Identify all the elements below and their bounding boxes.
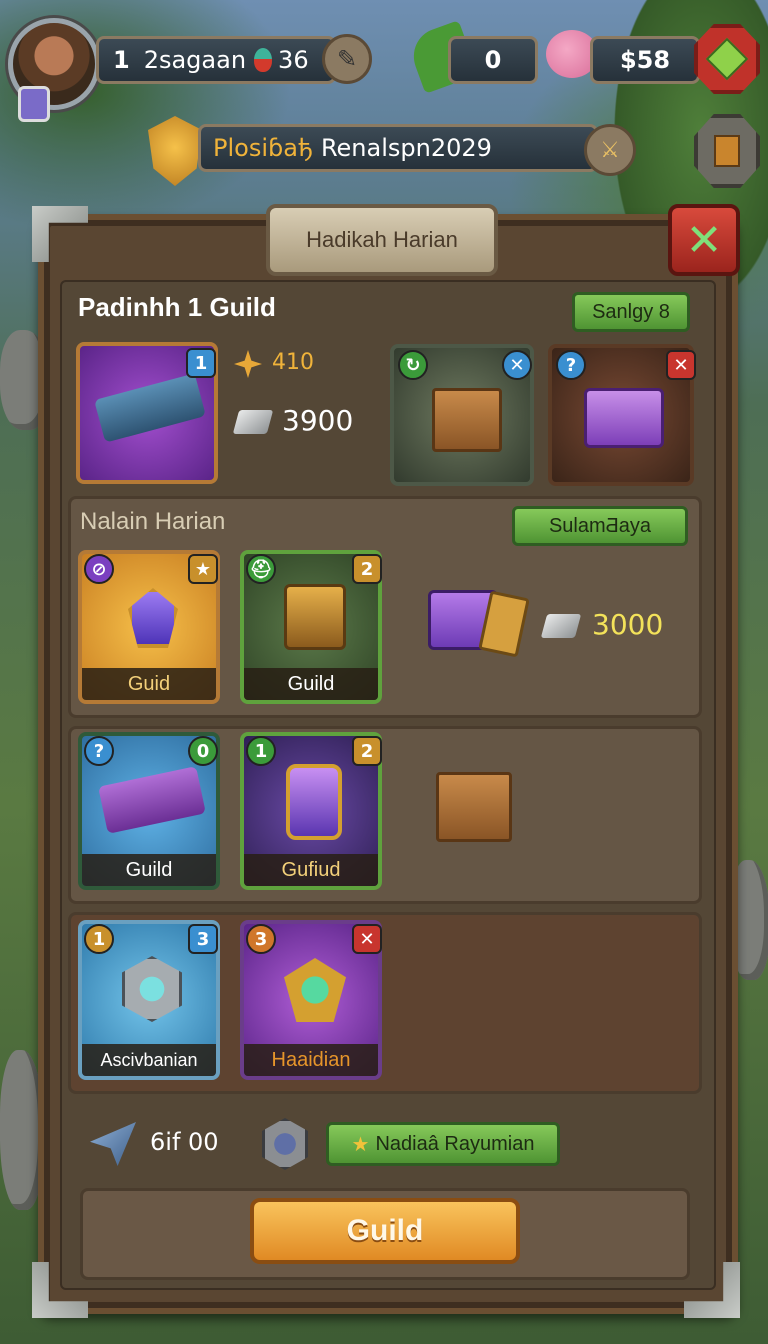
card-label: Guid [82,668,216,700]
remove-icon[interactable]: ✕ [666,350,696,380]
panel-header: Hadikah Harian [266,204,498,276]
top-right-button[interactable]: Sanlgy 8 [572,292,690,332]
card-label: Ascivbanian [82,1044,216,1076]
chest-icon [432,388,502,452]
reward-button[interactable]: ★ Nadiaâ Rayumian [326,1122,560,1166]
guild-title: Padinhh 1 Guild [78,292,276,322]
potion-icon [254,48,273,72]
card-label: Guild [244,668,378,700]
emerald-crest-icon [284,958,346,1022]
reward-value: 3000 [592,608,664,641]
money-value: $58 [619,46,671,74]
guild-button[interactable]: Guild [250,1198,520,1264]
banner-title-white: Renalspn2029 [320,134,492,162]
rank-shield-icon [18,86,50,122]
potion-count: 36 [278,46,309,74]
refresh-icon[interactable]: ↻ [398,350,428,380]
shop-button[interactable] [694,24,760,94]
player-info-bar[interactable]: 1 2sagaan 36 [96,36,336,84]
sword-value: 6if 00 [150,1128,219,1156]
claim-button-label: SulamƋaya [548,514,652,537]
help-icon[interactable]: ? [556,350,586,380]
book-icon [714,135,740,167]
reward-button-label: Nadiaâ Rayumian [375,1132,535,1155]
chest-icon [436,772,512,842]
silver-value: 3900 [282,404,354,437]
count-badge: 2 [352,554,382,584]
remove-icon[interactable]: ✕ [352,924,382,954]
shield-trophy-icon [284,584,346,650]
sword-icon[interactable]: ⚔ [584,124,636,176]
gem-box-icon [584,388,664,448]
edit-icon[interactable]: ✎ [322,34,372,84]
card-label: Haaidian [244,1044,378,1076]
coin-value: 410 [272,350,314,375]
count-badge: 1 [84,924,114,954]
gem-amulet-icon [128,588,178,648]
player-name: 2sagaan [143,46,247,74]
claim-button[interactable]: SulamƋaya [512,506,688,546]
green-gem-icon [705,37,749,81]
crystal-shield-icon [286,764,342,840]
cannon-icon [98,766,206,834]
helmet-icon: ⛑ [246,554,276,584]
info-x-icon[interactable]: ✕ [502,350,532,380]
silver-bar-icon [232,410,274,434]
close-icon[interactable]: ✕ [668,204,740,276]
count-badge: 3 [246,924,276,954]
count-badge: 0 [188,736,218,766]
leaf-counter: 0 [448,36,538,84]
section-title: Nalain Harian [80,508,226,535]
leaf-count: 0 [484,46,502,74]
crystal-medal-icon [122,956,182,1022]
help-icon[interactable]: ? [84,736,114,766]
cannon-icon [94,373,206,443]
book-button[interactable] [694,114,760,188]
link-icon: ⊘ [84,554,114,584]
star-icon: ★ [188,554,218,584]
card-label: Guild [82,854,216,886]
banner-title-gold: Plosiɓaђ [213,134,313,162]
event-banner[interactable]: Plosiɓaђ Renalspn2029 [198,124,598,172]
card-label: Gufiud [244,854,378,886]
rank-badge: 1 [186,348,216,378]
star-icon: ★ [351,1133,370,1156]
money-counter: $58 [590,36,700,84]
count-badge: 2 [352,736,382,766]
silver-bar-icon [540,614,582,638]
player-level: 1 [113,46,130,74]
count-badge: 3 [188,924,218,954]
count-badge: 1 [246,736,276,766]
